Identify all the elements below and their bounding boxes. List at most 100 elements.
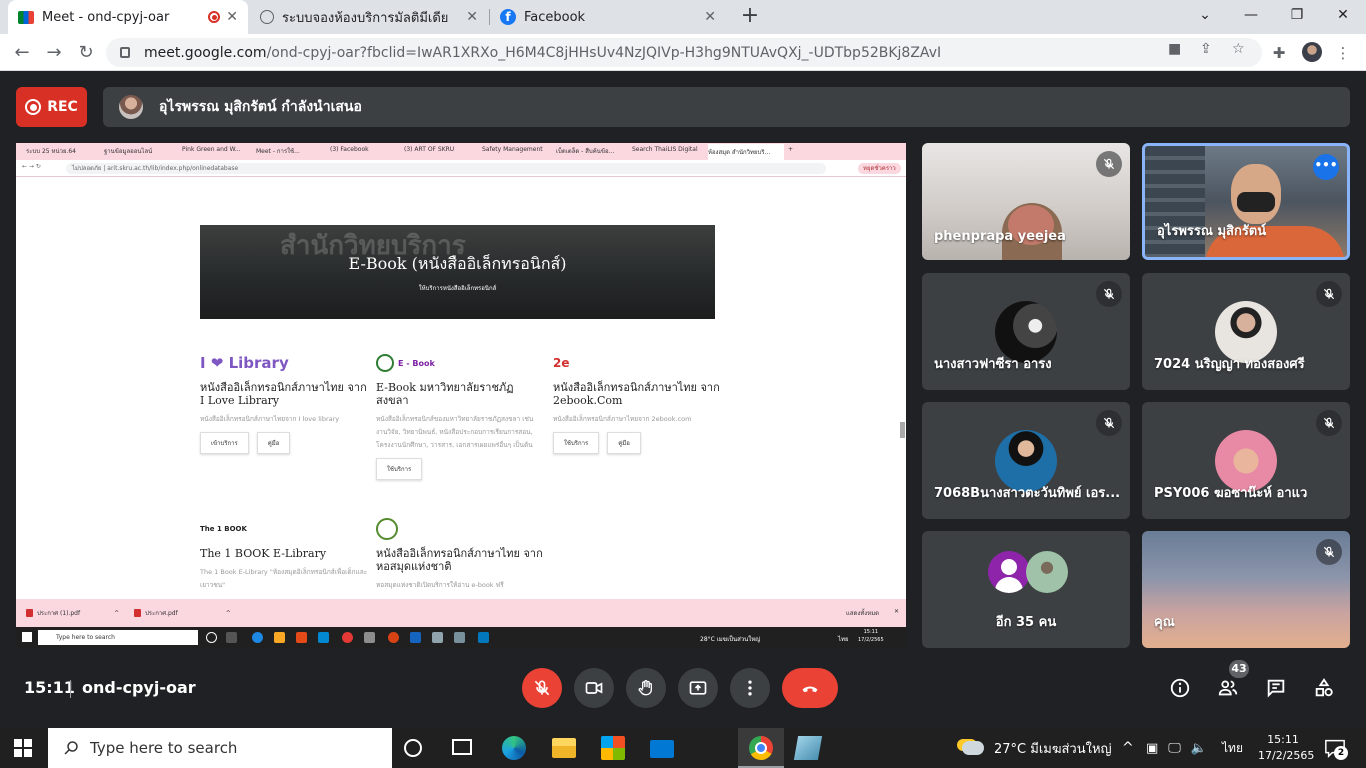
leave-call-button[interactable] bbox=[782, 668, 838, 708]
card-title: E-Book มหาวิทยาลัยราชภัฏสงขลา bbox=[376, 381, 514, 407]
file-explorer-icon[interactable] bbox=[552, 738, 576, 758]
cortana-icon[interactable] bbox=[404, 739, 422, 757]
address-bar: ← → ↻ meet.google.com/ond-cpyj-oar?fbcli… bbox=[0, 34, 1366, 71]
meeting-info-button[interactable] bbox=[1168, 676, 1192, 700]
present-screen-button[interactable] bbox=[678, 668, 718, 708]
card-desc: หนังสืออิเล็กทรอนิกส์ภาษาไทยจาก 2ebook.c… bbox=[553, 415, 692, 423]
download-filename: ประกาศ.pdf bbox=[145, 610, 178, 617]
ebook-banner: สำนักวิทยบริการ E-Book (หนังสืออิเล็กทรอ… bbox=[200, 225, 715, 319]
record-icon bbox=[25, 99, 42, 115]
shared-download-bar: ประกาศ (1).pdf ^ ประกาศ.pdf ^ แสดงทั้งหมด … bbox=[16, 599, 906, 627]
card-desc: หนังสืออิเล็กทรอนิกส์ภาษาไทยจาก I love l… bbox=[200, 415, 340, 423]
shared-taskbar-app-icon bbox=[388, 632, 399, 643]
restore-icon[interactable]: ❐ bbox=[1274, 0, 1320, 30]
participant-name: 7024 นริญญา ทองสองศรี bbox=[1154, 357, 1305, 372]
chat-button[interactable] bbox=[1264, 676, 1288, 700]
taskbar-app-icon[interactable] bbox=[793, 736, 823, 760]
card-title: หนังสืออิเล็กทรอนิกส์ภาษาไทย จาก I Love … bbox=[200, 381, 367, 407]
edge-icon[interactable] bbox=[502, 736, 526, 760]
show-hidden-icons[interactable]: ^ bbox=[1122, 728, 1134, 768]
shared-tab: Safety Management bbox=[482, 146, 543, 153]
shared-taskbar-app-icon bbox=[226, 632, 237, 643]
participant-video bbox=[1145, 146, 1205, 257]
tab-search-icon[interactable]: ⌄ bbox=[1182, 0, 1228, 30]
camera-permission-icon[interactable]: ■ bbox=[1168, 41, 1181, 57]
close-icon[interactable]: ✕ bbox=[466, 9, 478, 25]
participant-tile-others[interactable]: อีก 35 คน bbox=[922, 531, 1130, 648]
pdf-icon bbox=[134, 609, 141, 617]
tab-facebook[interactable]: f Facebook ✕ bbox=[490, 0, 726, 34]
mic-off-icon bbox=[1316, 281, 1342, 307]
camera-icon bbox=[585, 682, 603, 694]
clock-time: 15:11 bbox=[1267, 733, 1299, 746]
participant-tile[interactable]: phenprapa yeejea bbox=[922, 143, 1130, 260]
shared-tab: (3) Facebook bbox=[330, 146, 369, 153]
tray-system-icons[interactable]: ▣ 🖵 🔈 bbox=[1146, 728, 1207, 768]
participant-tile[interactable]: นางสาวฟาซีรา อารง bbox=[922, 273, 1130, 390]
shared-screen[interactable]: ระบบ 25 หน่วย.64 ฐานข้อมูลออนไลน์ Pink G… bbox=[16, 143, 906, 648]
shared-nav-icons: ← → ↻ bbox=[22, 163, 41, 170]
taskbar-chrome-active[interactable] bbox=[738, 728, 784, 768]
mic-toggle-button[interactable] bbox=[522, 668, 562, 708]
mail-icon[interactable] bbox=[650, 740, 674, 758]
taskbar-clock[interactable]: 15:11 17/2/2565 bbox=[1258, 732, 1314, 764]
windows-start-icon[interactable] bbox=[14, 739, 32, 757]
activities-button[interactable] bbox=[1312, 676, 1336, 700]
share-icon[interactable]: ⇪ bbox=[1200, 41, 1212, 57]
participant-tile[interactable]: 7068Bนางสาวตะวันทิพย์ เอร... bbox=[922, 402, 1130, 519]
url-input[interactable]: meet.google.com/ond-cpyj-oar?fbclid=IwAR… bbox=[106, 38, 1262, 67]
participants-button[interactable] bbox=[1216, 676, 1240, 700]
bookmark-star-icon[interactable]: ☆ bbox=[1232, 41, 1245, 57]
participant-tile[interactable]: ••• อุไรพรรณ มุสิกรัตน์ bbox=[1142, 143, 1350, 260]
weather-widget[interactable]: 27°C มีเมฆส่วนใหญ่ bbox=[962, 728, 1112, 768]
shared-browser-tabs: ระบบ 25 หน่วย.64 ฐานข้อมูลออนไลน์ Pink G… bbox=[16, 143, 906, 160]
participant-tile[interactable]: 7024 นริญญา ทองสองศรี bbox=[1142, 273, 1350, 390]
recording-badge[interactable]: REC bbox=[16, 87, 87, 127]
raise-hand-button[interactable] bbox=[626, 668, 666, 708]
card-access-button: เข้าบริการ bbox=[200, 432, 249, 454]
more-options-icon[interactable]: ••• bbox=[1313, 154, 1339, 180]
profile-avatar[interactable] bbox=[1302, 42, 1322, 62]
taskbar-search-input[interactable]: Type here to search bbox=[48, 728, 392, 768]
mic-off-icon bbox=[1316, 539, 1342, 565]
tab-title: Facebook bbox=[524, 9, 586, 25]
card-desc: หอสมุดแห่งชาติเปิดบริการให้อ่าน e-book ฟ… bbox=[376, 581, 504, 589]
shared-taskbar-app-icon bbox=[252, 632, 263, 643]
shared-paused-badge: หยุดชั่วคราว bbox=[858, 163, 901, 174]
shared-taskbar-clock: 15:11 17/2/2565 bbox=[858, 629, 884, 643]
browser-menu-icon[interactable]: ⋮ bbox=[1332, 42, 1354, 64]
more-vert-icon bbox=[748, 680, 752, 696]
back-arrow-icon[interactable]: ← bbox=[10, 41, 34, 65]
minimize-icon[interactable]: — bbox=[1228, 0, 1274, 30]
national-library-logo bbox=[376, 518, 546, 540]
pdf-icon bbox=[26, 609, 33, 617]
reload-icon[interactable]: ↻ bbox=[74, 41, 98, 65]
input-language[interactable]: ไทย bbox=[1222, 728, 1243, 768]
close-icon[interactable]: ✕ bbox=[704, 9, 716, 25]
forward-arrow-icon[interactable]: → bbox=[42, 41, 66, 65]
tab-meet[interactable]: Meet - ond-cpyj-oar ✕ bbox=[8, 0, 248, 34]
microsoft-store-icon[interactable] bbox=[601, 736, 625, 760]
shared-tab: เบ็ดเตล็ด - สืบค้นข้อ... bbox=[556, 148, 615, 155]
extensions-puzzle-icon[interactable]: ✚ bbox=[1268, 42, 1290, 64]
new-tab-icon[interactable]: + bbox=[738, 5, 762, 29]
download-item: ประกาศ (1).pdf ^ bbox=[26, 608, 119, 618]
banner-building-text: สำนักวิทยบริการ bbox=[280, 231, 466, 255]
more-options-button[interactable] bbox=[730, 668, 770, 708]
seal-icon bbox=[376, 354, 394, 372]
participant-name: PSY006 ฆอซาน๊ะห์ อาแว bbox=[1154, 486, 1308, 501]
participant-tile[interactable]: PSY006 ฆอซาน๊ะห์ อาแว bbox=[1142, 402, 1350, 519]
ebook-card: 2e หนังสืออิเล็กทรอนิกส์ภาษาไทย จาก 2ebo… bbox=[553, 353, 723, 454]
task-view-icon[interactable] bbox=[452, 739, 472, 755]
windows-taskbar: Type here to search 27°C มีเมฆส่วนใหญ่ ^… bbox=[0, 728, 1366, 768]
search-icon bbox=[64, 741, 78, 755]
close-icon[interactable]: ✕ bbox=[226, 9, 238, 25]
tab-booking[interactable]: ระบบจองห้องบริการมัลติมีเดีย ✕ bbox=[250, 0, 488, 34]
participant-tile-self[interactable]: คุณ bbox=[1142, 531, 1350, 648]
window-close-icon[interactable]: ✕ bbox=[1320, 0, 1366, 30]
2ebook-logo: 2e bbox=[553, 356, 570, 370]
browser-tab-bar: Meet - ond-cpyj-oar ✕ ระบบจองห้องบริการม… bbox=[0, 0, 1366, 34]
card-manual-button: คู่มือ bbox=[256, 432, 291, 454]
camera-toggle-button[interactable] bbox=[574, 668, 614, 708]
shared-tab: ฐานข้อมูลออนไลน์ bbox=[104, 148, 153, 155]
